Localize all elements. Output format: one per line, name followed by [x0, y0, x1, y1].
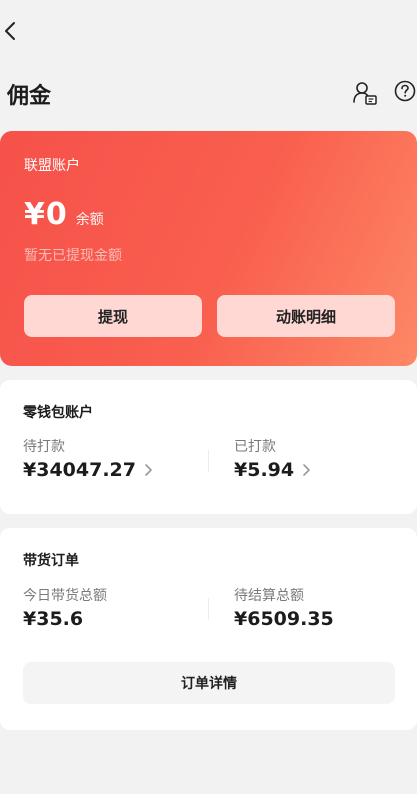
alliance-account-card: 联盟账户 ¥0 余额 暂无已提现金额 提现 动账明细: [0, 131, 417, 366]
order-detail-button[interactable]: 订单详情: [23, 662, 395, 704]
chevron-left-icon: [5, 22, 15, 40]
chevron-right-icon: [145, 464, 152, 476]
balance-row: ¥0 余额: [24, 197, 104, 232]
page-header: 佣金: [0, 72, 417, 114]
transaction-detail-button[interactable]: 动账明细: [217, 295, 395, 337]
top-bar: [0, 0, 417, 60]
today-sales-value: ¥35.6: [23, 608, 84, 630]
wallet-account-panel: 零钱包账户 待打款 ¥34047.27 已打款 ¥5.94: [0, 380, 417, 514]
pending-settlement-label: 待结算总额: [234, 588, 304, 604]
help-button[interactable]: [394, 79, 417, 103]
column-divider: [208, 450, 209, 472]
back-button[interactable]: [2, 18, 22, 44]
alliance-account-title: 联盟账户: [24, 158, 80, 174]
pending-payment-label: 待打款: [23, 439, 65, 455]
paid-label: 已打款: [234, 439, 276, 455]
wallet-account-title: 零钱包账户: [23, 405, 93, 421]
balance-amount: ¥0: [24, 197, 68, 232]
withdrawn-note: 暂无已提现金额: [24, 248, 122, 264]
user-card-button[interactable]: [352, 80, 378, 106]
paid-amount: ¥5.94: [234, 459, 295, 481]
orders-title: 带货订单: [23, 553, 79, 569]
pending-settlement-value: ¥6509.35: [234, 608, 334, 630]
page-title: 佣金: [7, 84, 52, 109]
pending-payment-amount: ¥34047.27: [23, 459, 136, 481]
user-card-icon: [353, 82, 377, 105]
question-circle-icon: [394, 80, 416, 102]
withdraw-button[interactable]: 提现: [24, 295, 202, 337]
today-sales-label: 今日带货总额: [23, 588, 107, 604]
column-divider: [208, 598, 209, 620]
paid-value[interactable]: ¥5.94: [234, 459, 314, 481]
balance-label: 余额: [75, 212, 104, 228]
orders-panel: 带货订单 今日带货总额 ¥35.6 待结算总额 ¥6509.35 订单详情: [0, 528, 417, 730]
pending-payment-value[interactable]: ¥34047.27: [23, 459, 156, 481]
chevron-right-icon: [303, 464, 310, 476]
